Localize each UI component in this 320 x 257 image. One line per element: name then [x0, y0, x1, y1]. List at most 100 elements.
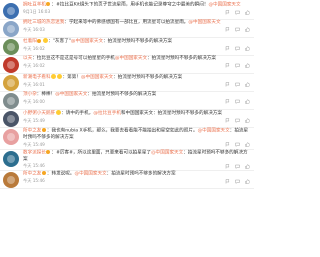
mention-link[interactable]: @中国国家天文	[188, 20, 220, 25]
like-button[interactable]	[245, 63, 250, 68]
reply-button[interactable]	[235, 118, 240, 124]
reply-button[interactable]	[235, 63, 240, 69]
comment-actions	[225, 46, 250, 52]
comment-text: 以天：拉比豆这不是这是号可以拍星星的手机@中国国家天文：拍流星时预吗不够多的解决…	[23, 56, 250, 63]
comment-text: 新潮电子看科 ：第第！@中国国家天文：拍流星时预吗不够多的解决方案	[23, 74, 250, 82]
avatar[interactable]	[3, 57, 19, 73]
reply-button[interactable]	[235, 142, 240, 148]
comment-timestamp: 今天 15:46	[23, 163, 45, 169]
mention-link[interactable]: @中国国家天文	[151, 150, 183, 155]
comment-actions	[225, 142, 250, 148]
comment-content: ：我也有nubia X手机，那么，我要去看看能不能拍出和星空如此的照片。	[46, 128, 198, 134]
comment-username[interactable]: 新潮电子看科	[23, 75, 51, 80]
comment-meta: 今天 16:02	[23, 46, 250, 52]
comment-username[interactable]: 数字派探长	[23, 150, 46, 155]
avatar-face-icon	[7, 25, 15, 33]
reply-button[interactable]	[235, 46, 240, 52]
reply-icon	[235, 46, 240, 52]
like-button[interactable]	[245, 142, 250, 147]
comment-timestamp: 今天 16:00	[23, 98, 45, 104]
avatar[interactable]	[3, 111, 19, 127]
reply-button[interactable]	[235, 179, 240, 184]
avatar[interactable]	[3, 129, 19, 145]
comment-content: ："灰客了"	[48, 39, 71, 44]
reply-icon	[235, 82, 240, 88]
like-icon	[245, 164, 250, 169]
avatar[interactable]	[3, 172, 19, 189]
emoji-icon	[57, 74, 63, 79]
report-button[interactable]	[225, 164, 230, 169]
reply-icon	[235, 99, 240, 105]
avatar-face-icon	[7, 154, 15, 163]
comment-meta: 今天 15:49	[23, 142, 250, 148]
comment-actions	[225, 164, 250, 169]
report-icon	[225, 82, 230, 87]
like-button[interactable]	[245, 118, 250, 123]
comment-feed: 拥吐豆羊机 ：#拉比豆Kit镜头下的页子世流星雨，用手机也能记录尊穹之中最美的瞬间…	[0, 0, 254, 257]
comment-body: 所中之友 ：转发说呢。@中国国家天文：拍流星时预吗不够多的解决方案 今天 15:46	[23, 171, 250, 185]
like-button[interactable]	[245, 99, 250, 104]
comment-content: ：#拉比豆Kit镜头下的页子世流星雨，用手机也能记录尊穹之中最美的瞬间！	[51, 2, 209, 8]
comment-username[interactable]: 拥吐三城的热恋迷我	[23, 20, 64, 25]
comment-username[interactable]: 所中之友	[23, 129, 41, 134]
comment-timestamp: 今天 16:03	[23, 26, 45, 32]
like-button[interactable]	[245, 179, 250, 184]
comment-item: 拥吐三城的热恋迷我：学起来等中的佛感想国有一部比豆，用流星可以拍流星雨。@中国国…	[0, 20, 254, 38]
comment-body: 新潮电子看科 ：第第！@中国国家天文：拍流星时预吗不够多的解决方案 今天 16:01	[23, 74, 250, 89]
report-button[interactable]	[225, 82, 230, 87]
mention-link[interactable]: @中国国家天文	[71, 39, 103, 44]
comment-actions	[225, 82, 250, 88]
report-button[interactable]	[225, 46, 230, 51]
report-button[interactable]	[225, 142, 230, 147]
comment-username[interactable]: 小野粥小天鹅肝	[23, 111, 55, 116]
reply-button[interactable]	[235, 82, 240, 88]
report-button[interactable]	[225, 179, 230, 184]
avatar[interactable]	[3, 93, 19, 109]
like-button[interactable]	[245, 82, 250, 87]
avatar-face-icon	[7, 133, 15, 141]
comment-content-tail: 和中国国家天文：拍流星时预吗不够多的解决方案	[120, 111, 222, 116]
comment-username[interactable]: 所中之友	[23, 172, 41, 177]
avatar[interactable]	[3, 150, 19, 167]
like-button[interactable]	[245, 9, 250, 15]
comment-item: 新潮电子看科 ：第第！@中国国家天文：拍流星时预吗不够多的解决方案 今天 16:01	[0, 74, 254, 92]
reply-button[interactable]	[235, 164, 240, 169]
avatar[interactable]	[3, 21, 19, 37]
reply-button[interactable]	[235, 99, 240, 105]
mention-link[interactable]: @拉比豆手机	[93, 111, 121, 116]
mention-link[interactable]: @中国国家天文	[208, 3, 240, 8]
avatar-face-icon	[7, 79, 15, 87]
avatar[interactable]	[3, 75, 19, 91]
mention-link[interactable]: @中国国家天文	[81, 75, 113, 80]
comment-username[interactable]: 顶小杂	[23, 92, 37, 97]
mention-link[interactable]: @中国国家天文	[198, 129, 230, 134]
like-button[interactable]	[245, 164, 250, 169]
like-button[interactable]	[245, 46, 250, 51]
reply-button[interactable]	[235, 10, 240, 15]
avatar[interactable]	[3, 39, 19, 55]
comment-username[interactable]: 拥吐豆羊机	[23, 3, 46, 8]
reply-icon	[235, 142, 240, 148]
comment-content: ：学起来等中的佛感想国有一部比豆，用流星可以拍流星雨。	[64, 20, 189, 25]
mention-link[interactable]: @中国国家天文	[55, 92, 87, 97]
like-button[interactable]	[245, 27, 250, 32]
comment-item: 数字派探长 ：#厉客#，所以这里面，只要来看可以拍星星了@中国国家天文：拍流星时预…	[0, 149, 254, 172]
mention-link[interactable]: @中国国家天文	[74, 172, 106, 177]
report-button[interactable]	[225, 9, 230, 15]
comment-username[interactable]: 以天	[23, 56, 32, 61]
like-icon	[245, 99, 250, 104]
comment-item: 所中之友 ：转发说呢。@中国国家天文：拍流星时预吗不够多的解决方案 今天 15:46	[0, 171, 254, 190]
report-button[interactable]	[225, 27, 230, 32]
comment-actions	[225, 99, 250, 105]
like-icon	[245, 179, 250, 184]
emoji-icon	[51, 74, 57, 79]
avatar[interactable]	[3, 3, 19, 19]
mention-link[interactable]: @中国国家天文	[115, 56, 147, 61]
report-button[interactable]	[225, 63, 230, 68]
report-button[interactable]	[225, 99, 230, 104]
reply-button[interactable]	[235, 27, 240, 33]
comment-meta: 今天 15:49	[23, 118, 250, 124]
comment-username[interactable]: 杜着阳	[23, 39, 37, 44]
reply-icon	[235, 118, 240, 124]
report-button[interactable]	[225, 118, 230, 123]
